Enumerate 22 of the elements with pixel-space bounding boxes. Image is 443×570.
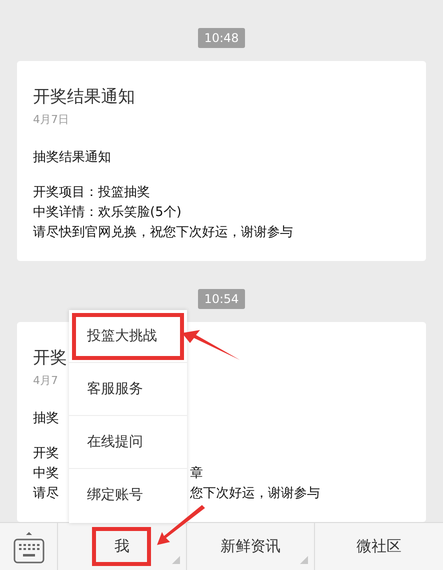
- card-text: 开奖项目：投篮抽奖: [33, 184, 150, 202]
- menu-item[interactable]: 绑定账号: [69, 469, 187, 523]
- arrow: [182, 330, 240, 360]
- keyboard-icon[interactable]: [12, 530, 44, 564]
- card-heading: 抽奖: [33, 410, 59, 428]
- card-title: 开奖: [33, 347, 67, 370]
- timestamp: 10:48: [198, 28, 245, 48]
- card-heading: 抽奖结果通知: [33, 149, 111, 167]
- timestamp: 10:54: [198, 289, 245, 309]
- card-text: 章: [190, 465, 203, 483]
- card-text: 中奖: [33, 465, 59, 483]
- menu-item[interactable]: 客服服务: [69, 363, 187, 416]
- card-text: 您下次好运，谢谢参与: [190, 485, 320, 503]
- card-date: 4月7: [33, 373, 58, 389]
- card-date: 4月7日: [33, 112, 69, 128]
- card-title: 开奖结果通知: [33, 86, 135, 109]
- arrow: [157, 505, 205, 545]
- card-text: 中奖详情：欢乐笑脸(5个): [33, 204, 182, 222]
- menu-item[interactable]: 在线提问: [69, 416, 187, 469]
- card-text: 请尽: [33, 485, 59, 503]
- card-text: 请尽快到官网兑换，祝您下次好运，谢谢参与: [33, 224, 293, 242]
- card-text: 开奖: [33, 445, 59, 463]
